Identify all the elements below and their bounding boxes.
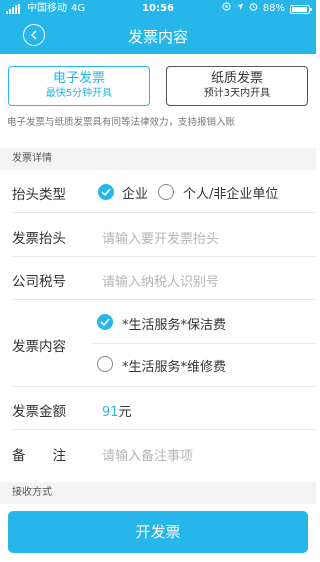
header-type-label: 抬头类型 bbox=[12, 187, 66, 203]
battery-icon bbox=[290, 4, 312, 14]
invoice-content-row: 发票内容 *生活服务*保洁费 *生活服务*维修费 bbox=[0, 300, 316, 387]
tax-id-input[interactable]: 请输入纳税人识别号 bbox=[102, 271, 219, 290]
paper-invoice-option[interactable]: 纸质发票 预计3天内开具 bbox=[166, 66, 308, 106]
check-icon bbox=[101, 188, 111, 196]
page-title: 发票内容 bbox=[127, 28, 188, 46]
paper-invoice-subtitle: 预计3天内开具 bbox=[203, 88, 271, 99]
remark-label: 备 注 bbox=[12, 448, 66, 464]
location-arrow-icon bbox=[236, 0, 244, 18]
amount-number: 91 bbox=[102, 405, 119, 420]
option-cleaning-fee-label[interactable]: *生活服务*保洁费 bbox=[122, 314, 226, 333]
tax-id-label: 公司税号 bbox=[12, 274, 66, 290]
invoice-title-row[interactable]: 发票抬头 请输入要开发票抬头 bbox=[0, 213, 316, 257]
option-repair-fee-label[interactable]: *生活服务*维修费 bbox=[122, 356, 226, 375]
invoice-amount-row: 发票金额 91元 bbox=[0, 387, 316, 430]
legal-note: 电子发票与纸质发票具有同等法律效力，支持报销入账 bbox=[7, 117, 236, 128]
alarm-icon bbox=[249, 0, 258, 18]
status-right: 88% bbox=[222, 0, 312, 18]
invoice-amount-value: 91元 bbox=[102, 401, 132, 420]
top-bar: 中国移动 4G 10:56 88% 发票内容 bbox=[0, 0, 316, 54]
radio-repair-fee[interactable] bbox=[97, 356, 113, 372]
invoice-title-label: 发票抬头 bbox=[12, 231, 66, 247]
section-label-details: 发票详情 bbox=[0, 148, 316, 170]
paper-invoice-title: 纸质发票 bbox=[210, 71, 263, 86]
issue-invoice-button[interactable]: 开发票 bbox=[8, 511, 308, 553]
electronic-invoice-subtitle: 最快5分钟开具 bbox=[45, 88, 113, 99]
status-bar: 中国移动 4G 10:56 88% bbox=[0, 0, 316, 18]
option-enterprise-label[interactable]: 企业 bbox=[122, 183, 148, 202]
location-lock-icon bbox=[222, 0, 231, 18]
amount-unit: 元 bbox=[118, 405, 132, 420]
radio-enterprise[interactable] bbox=[98, 184, 114, 200]
section-label-receive: 接收方式 bbox=[0, 482, 316, 504]
invoice-amount-label: 发票金额 bbox=[12, 404, 66, 420]
battery-percent: 88% bbox=[262, 3, 285, 14]
remark-input[interactable]: 请输入备注事项 bbox=[102, 445, 193, 464]
option-individual-label[interactable]: 个人/非企业单位 bbox=[183, 183, 278, 202]
check-icon bbox=[100, 318, 110, 326]
radio-individual[interactable] bbox=[158, 184, 174, 200]
header-type-row: 抬头类型 企业 个人/非企业单位 bbox=[0, 170, 316, 213]
remark-row[interactable]: 备 注 请输入备注事项 bbox=[0, 430, 316, 474]
invoice-content-label: 发票内容 bbox=[12, 339, 66, 355]
tax-id-row[interactable]: 公司税号 请输入纳税人识别号 bbox=[0, 257, 316, 300]
divider bbox=[92, 343, 316, 344]
electronic-invoice-option[interactable]: 电子发票 最快5分钟开具 bbox=[8, 66, 150, 106]
invoice-title-input[interactable]: 请输入要开发票抬头 bbox=[102, 228, 219, 247]
navigation-bar: 发票内容 bbox=[0, 18, 316, 54]
electronic-invoice-title: 电子发票 bbox=[52, 71, 105, 86]
radio-cleaning-fee[interactable] bbox=[97, 314, 113, 330]
